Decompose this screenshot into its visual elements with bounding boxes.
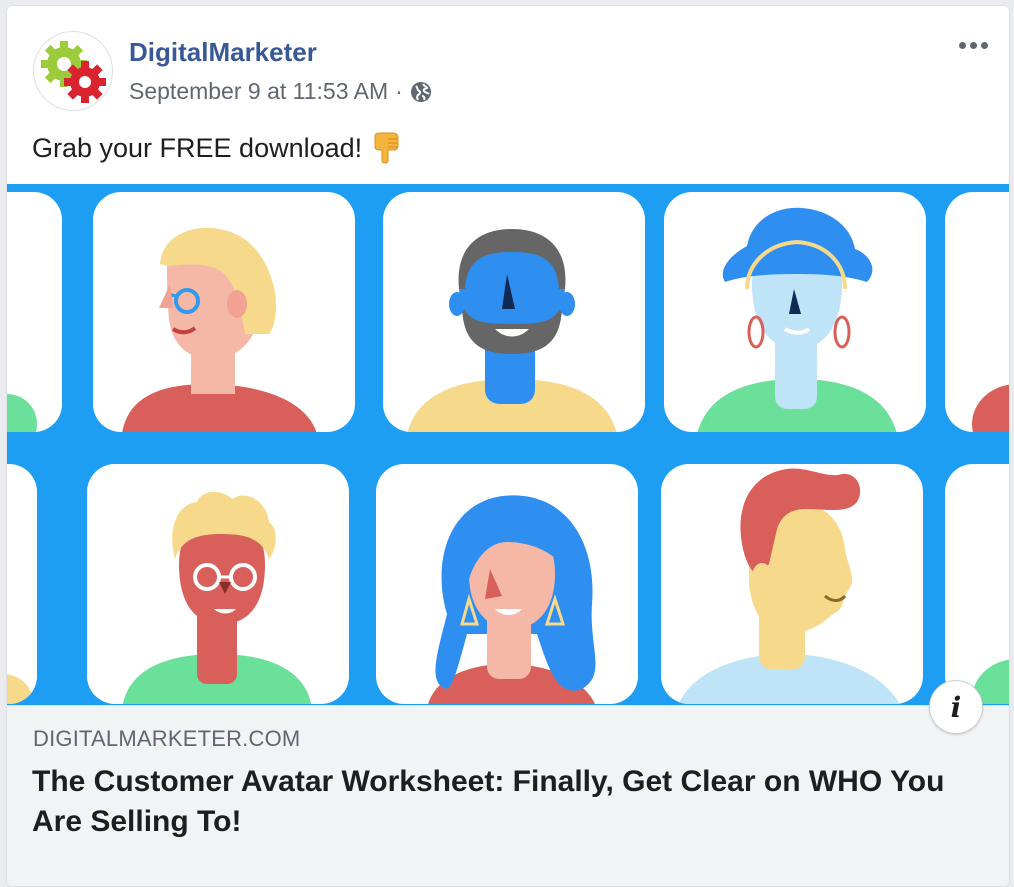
more-options-icon-dot (980, 41, 988, 49)
post-message: Grab your FREE download! (32, 132, 401, 164)
post-header: DigitalMarketer September 9 at 11:53 AM … (7, 6, 1009, 116)
customer-avatars-illustration (7, 192, 1009, 704)
facebook-post: DigitalMarketer September 9 at 11:53 AM … (6, 5, 1010, 887)
post-meta: September 9 at 11:53 AM · (129, 78, 432, 105)
info-button[interactable]: i (929, 680, 983, 734)
post-timestamp[interactable]: September 9 at 11:53 AM (129, 78, 388, 105)
gears-logo-icon (41, 41, 106, 103)
link-preview-caption[interactable]: DIGITALMARKETER.COM The Customer Avatar … (7, 705, 1009, 886)
meta-separator: · (395, 78, 403, 104)
post-message-text: Grab your FREE download! (32, 132, 363, 163)
link-title[interactable]: The Customer Avatar Worksheet: Finally, … (32, 762, 962, 842)
link-preview-image[interactable] (7, 184, 1009, 705)
info-icon: i (950, 690, 962, 724)
globe-icon[interactable] (410, 81, 432, 103)
page-name-link[interactable]: DigitalMarketer (129, 37, 317, 68)
page-avatar[interactable] (33, 31, 113, 111)
backhand-index-pointing-down-icon (371, 132, 401, 164)
link-domain: DIGITALMARKETER.COM (33, 726, 301, 751)
more-options-icon (958, 41, 966, 49)
more-options-icon-dot (969, 41, 977, 49)
more-options-button[interactable] (951, 32, 995, 58)
